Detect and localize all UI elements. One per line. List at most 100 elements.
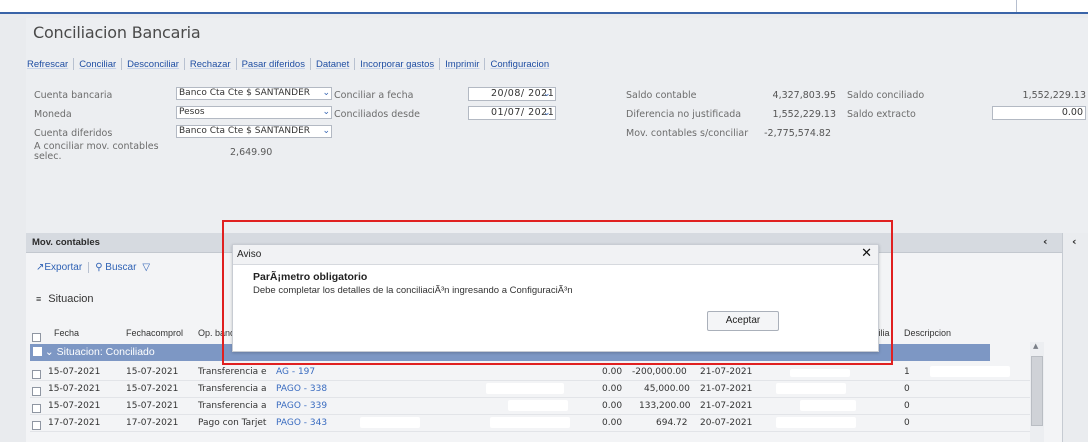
chevron-down-icon: ⌄: [322, 88, 330, 98]
table-row[interactable]: 15-07-2021 15-07-2021 Transferencia a PA…: [30, 398, 1042, 415]
cell-fechacomp: 15-07-2021: [126, 401, 179, 411]
pasar-diferidos-link[interactable]: Pasar diferidos: [237, 59, 310, 70]
side-panel-collapsed: ‹: [1062, 233, 1088, 442]
filter-icon[interactable]: ▽: [142, 262, 150, 273]
moneda-select[interactable]: Pesos ⌄: [176, 106, 332, 119]
conciliar-fecha-input[interactable]: 20/08/ 2021 ⌄: [468, 87, 556, 101]
export-label: Exportar: [44, 262, 83, 273]
group-by-label[interactable]: Situacion: [48, 293, 93, 305]
aceptar-button[interactable]: Aceptar: [707, 311, 779, 331]
action-toolbar: Refrescar Conciliar Desconciliar Rechaza…: [26, 57, 554, 71]
export-button[interactable]: ↗Exportar: [36, 262, 82, 273]
moneda-value: Pesos: [179, 107, 205, 117]
saldo-extracto-input[interactable]: 0.00: [992, 106, 1086, 120]
redacted-text: [930, 366, 1010, 377]
incorporar-gastos-link[interactable]: Incorporar gastos: [355, 59, 439, 70]
configuracion-link[interactable]: Configuracion: [485, 59, 554, 70]
group-row-title: ⌄ Situacion: Conciliado: [33, 346, 155, 358]
checkbox: [32, 333, 41, 342]
cell-conciliado: 45,000.00: [644, 384, 690, 394]
redacted-text: [360, 417, 420, 428]
cell-ref-link[interactable]: PAGO - 339: [276, 401, 327, 411]
cell-fechacomp: 15-07-2021: [126, 384, 179, 394]
redacted-text: [776, 383, 846, 394]
checkbox: [32, 404, 41, 413]
chevron-left-icon[interactable]: ‹: [1043, 235, 1048, 248]
col-fechacomp[interactable]: Fechacomprol: [126, 328, 183, 338]
dialog-heading: ParÃ¡metro obligatorio: [253, 271, 368, 283]
table-scrollbar[interactable]: ▲: [1030, 342, 1044, 442]
cell-conciliado: 694.72: [656, 418, 688, 428]
cell-n: 0: [904, 418, 910, 428]
dialog-title: Aviso: [237, 249, 262, 260]
mov-sin-conciliar-value: -2,775,574.82: [764, 128, 831, 139]
cuenta-diferidos-value: Banco Cta Cte $ SANTANDER: [179, 126, 311, 136]
search-icon: ⚲: [95, 262, 103, 273]
table-row[interactable]: 15-07-2021 15-07-2021 Transferencia a PA…: [30, 381, 1042, 398]
cell-fecha: 15-07-2021: [48, 367, 101, 377]
panel-title: Mov. contables: [32, 237, 100, 248]
cell-fecha: 17-07-2021: [48, 418, 101, 428]
cell-ref-link[interactable]: PAGO - 343: [276, 418, 327, 428]
top-divider: [1016, 0, 1017, 12]
cell-fecha: 15-07-2021: [48, 401, 101, 411]
imprimir-link[interactable]: Imprimir: [440, 59, 484, 70]
redacted-text: [800, 400, 856, 411]
datanet-link[interactable]: Datanet: [311, 59, 354, 70]
checkbox[interactable]: [33, 347, 42, 356]
cuenta-bancaria-select[interactable]: Banco Cta Cte $ SANTANDER ⌄: [176, 87, 332, 100]
table-row[interactable]: 17-07-2021 17-07-2021 Pago con Tarjet PA…: [30, 415, 1042, 432]
cell-fecha-conc: 21-07-2021: [700, 384, 753, 394]
search-button[interactable]: ⚲ Buscar: [95, 262, 136, 273]
cell-a-conciliar: 0.00: [602, 418, 623, 428]
cell-fecha-conc: 21-07-2021: [700, 401, 753, 411]
chevron-left-icon[interactable]: ‹: [1072, 235, 1077, 248]
cell-op: Pago con Tarjet: [198, 418, 267, 428]
table-body: 15-07-2021 15-07-2021 Transferencia e AG…: [30, 364, 1042, 432]
dialog-message: Debe completar los detalles de la concil…: [253, 285, 573, 296]
cell-ref-link[interactable]: PAGO - 338: [276, 384, 327, 394]
checkbox: [32, 387, 41, 396]
col-fecha[interactable]: Fecha: [54, 328, 79, 338]
chevron-down-icon: ⌄: [542, 108, 551, 118]
cuenta-bancaria-label: Cuenta bancaria: [34, 90, 113, 101]
redacted-text: [490, 417, 570, 428]
page-title: Conciliacion Bancaria: [33, 23, 201, 42]
search-label: Buscar: [105, 262, 137, 273]
cuenta-bancaria-value: Banco Cta Cte $ SANTANDER: [179, 88, 311, 98]
cell-fechacomp: 15-07-2021: [126, 367, 179, 377]
cuenta-diferidos-label: Cuenta diferidos: [34, 128, 113, 139]
redacted-text: [790, 369, 850, 377]
cell-fecha-conc: 21-07-2021: [700, 367, 753, 377]
conciliados-desde-input[interactable]: 01/07/ 2021 ⌄: [468, 106, 556, 120]
saldo-contable-label: Saldo contable: [626, 90, 697, 101]
conciliar-link[interactable]: Conciliar: [74, 59, 121, 70]
chevron-down-icon: ⌄: [322, 107, 330, 117]
close-icon[interactable]: ✕: [861, 246, 872, 261]
cuenta-diferidos-select[interactable]: Banco Cta Cte $ SANTANDER ⌄: [176, 125, 332, 138]
cell-op: Transferencia a: [198, 401, 267, 411]
a-conciliar-value: 2,649.90: [230, 147, 273, 158]
redacted-text: [486, 383, 564, 394]
saldo-extracto-label: Saldo extracto: [847, 109, 916, 120]
checkbox: [32, 370, 41, 379]
cell-conciliado: 133,200.00: [639, 401, 691, 411]
saldo-conciliado-value: 1,552,229.13: [1022, 90, 1086, 101]
cell-op: Transferencia a: [198, 384, 267, 394]
cell-a-conciliar: 0.00: [602, 401, 623, 411]
scroll-thumb[interactable]: [1031, 356, 1043, 426]
cell-a-conciliar: 0.00: [602, 384, 623, 394]
cell-conciliado: -200,000.00: [632, 367, 687, 377]
refrescar-link[interactable]: Refrescar: [26, 59, 73, 70]
desconciliar-link[interactable]: Desconciliar: [122, 59, 184, 70]
scroll-up-icon[interactable]: ▲: [1033, 342, 1038, 350]
cell-ref-link[interactable]: AG - 197: [276, 367, 315, 377]
rechazar-link[interactable]: Rechazar: [185, 59, 236, 70]
dialog-titlebar: Aviso ✕: [233, 245, 878, 265]
cell-n: 1: [904, 367, 910, 377]
chevron-down-icon: ⌄: [322, 126, 330, 136]
col-descripcion[interactable]: Descripcion: [904, 328, 951, 338]
table-row[interactable]: 15-07-2021 15-07-2021 Transferencia e AG…: [30, 364, 1042, 381]
cell-a-conciliar: 0.00: [602, 367, 623, 377]
conciliados-desde-label: Conciliados desde: [334, 109, 420, 120]
